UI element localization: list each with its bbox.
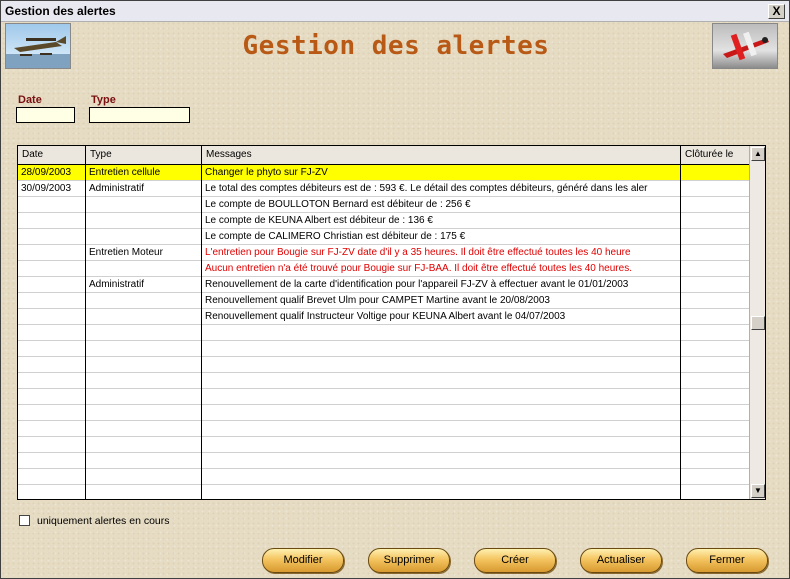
window-title: Gestion des alertes (5, 4, 116, 18)
cell-closed (681, 293, 749, 308)
cell-date: 30/09/2003 (21, 183, 72, 194)
cell-message: Changer le phyto sur FJ-ZV (205, 167, 328, 178)
cell-date: 28/09/2003 (21, 167, 72, 178)
cell-type (86, 293, 201, 308)
table-row[interactable]: Renouvellement qualif Instructeur Voltig… (18, 309, 749, 325)
table-body: 28/09/2003 Entretien cellule Changer le ph… (18, 165, 749, 499)
table-row[interactable]: Le compte de KEUNA Albert est débiteur d… (18, 213, 749, 229)
cell-type: Administratif (89, 183, 145, 194)
empty-table-row[interactable] (18, 421, 749, 437)
cell-type (86, 197, 201, 212)
cell-closed (681, 165, 749, 180)
cell-closed (681, 197, 749, 212)
close-icon[interactable]: X (768, 4, 785, 19)
column-header-date[interactable]: Date (18, 146, 86, 164)
cell-type: Entretien cellule (89, 167, 161, 178)
date-label: Date (18, 94, 42, 106)
empty-table-row[interactable] (18, 357, 749, 373)
type-label: Type (91, 94, 116, 106)
empty-table-row[interactable] (18, 485, 749, 499)
cell-type (86, 261, 201, 276)
empty-table-row[interactable] (18, 373, 749, 389)
cell-message: Renouvellement qualif Brevet Ulm pour CA… (205, 295, 550, 306)
ongoing-alerts-label: uniquement alertes en cours (37, 515, 170, 527)
empty-table-row[interactable] (18, 325, 749, 341)
cell-date (18, 293, 85, 308)
cell-date (18, 197, 85, 212)
table-row[interactable]: Le compte de CALIMERO Christian est débi… (18, 229, 749, 245)
cell-type (86, 229, 201, 244)
actualiser-button[interactable]: Actualiser (580, 548, 662, 573)
table-row[interactable]: Administratif Renouvellement de la carte … (18, 277, 749, 293)
cell-type (86, 309, 201, 324)
alerts-table: Date Type Messages Clôturée le 28/09/200… (17, 145, 766, 500)
cell-message: Le total des comptes débiteurs est de : … (205, 183, 648, 194)
table-row[interactable]: Entretien Moteur L'entretien pour Bougie … (18, 245, 749, 261)
biplane-logo (712, 23, 778, 69)
column-header-closed[interactable]: Clôturée le (681, 146, 749, 164)
scroll-up-icon[interactable]: ▲ (751, 147, 765, 161)
cell-message: Le compte de CALIMERO Christian est débi… (205, 231, 466, 242)
empty-table-row[interactable] (18, 437, 749, 453)
date-input[interactable] (16, 107, 75, 123)
empty-table-row[interactable] (18, 453, 749, 469)
cell-date (18, 245, 85, 260)
cell-closed (681, 309, 749, 324)
cell-date (18, 277, 85, 292)
column-header-messages[interactable]: Messages (202, 146, 681, 164)
empty-table-row[interactable] (18, 469, 749, 485)
cell-message: L'entretien pour Bougie sur FJ-ZV date d… (205, 247, 631, 258)
cell-type: Entretien Moteur (89, 247, 163, 258)
creer-button[interactable]: Créer (474, 548, 556, 573)
cell-date (18, 261, 85, 276)
cell-closed (681, 229, 749, 244)
empty-table-row[interactable] (18, 341, 749, 357)
cell-date (18, 229, 85, 244)
supprimer-button[interactable]: Supprimer (368, 548, 450, 573)
column-divider (85, 146, 86, 499)
cell-closed (681, 277, 749, 292)
page-title: Gestion des alertes (242, 31, 550, 61)
cell-closed (681, 181, 749, 196)
empty-table-row[interactable] (18, 389, 749, 405)
cell-closed (681, 261, 749, 276)
vertical-scrollbar[interactable]: ▲ ▼ (749, 146, 765, 499)
fermer-button[interactable]: Fermer (686, 548, 768, 573)
cell-date (18, 309, 85, 324)
cell-type (86, 213, 201, 228)
cell-message: Renouvellement de la carte d'identificat… (205, 279, 629, 290)
table-row[interactable]: Aucun entretien n'a été trouvé pour Boug… (18, 261, 749, 277)
scroll-down-icon[interactable]: ▼ (751, 484, 765, 498)
cell-message: Aucun entretien n'a été trouvé pour Boug… (205, 263, 632, 274)
cell-type: Administratif (89, 279, 145, 290)
cell-closed (681, 213, 749, 228)
table-row[interactable]: Renouvellement qualif Brevet Ulm pour CA… (18, 293, 749, 309)
table-row[interactable]: Le compte de BOULLOTON Bernard est débit… (18, 197, 749, 213)
table-row[interactable]: 28/09/2003 Entretien cellule Changer le ph… (18, 165, 749, 181)
empty-table-row[interactable] (18, 405, 749, 421)
column-header-type[interactable]: Type (86, 146, 202, 164)
cell-message: Le compte de BOULLOTON Bernard est débit… (205, 199, 471, 210)
title-bar: Gestion des alertes X (1, 1, 789, 22)
ongoing-alerts-checkbox[interactable] (19, 515, 30, 526)
type-input[interactable] (89, 107, 190, 123)
table-header: Date Type Messages Clôturée le (18, 146, 749, 165)
scroll-thumb[interactable] (751, 316, 765, 330)
alerts-window: Gestion des alertes X Gestion des alerte… (0, 0, 790, 579)
cell-date (18, 213, 85, 228)
modifier-button[interactable]: Modifier (262, 548, 344, 573)
table-row[interactable]: 30/09/2003 Administratif Le total des comp… (18, 181, 749, 197)
cell-closed (681, 245, 749, 260)
cell-message: Le compte de KEUNA Albert est débiteur d… (205, 215, 433, 226)
cell-message: Renouvellement qualif Instructeur Voltig… (205, 311, 566, 322)
column-divider (201, 146, 202, 499)
column-divider (680, 146, 681, 499)
